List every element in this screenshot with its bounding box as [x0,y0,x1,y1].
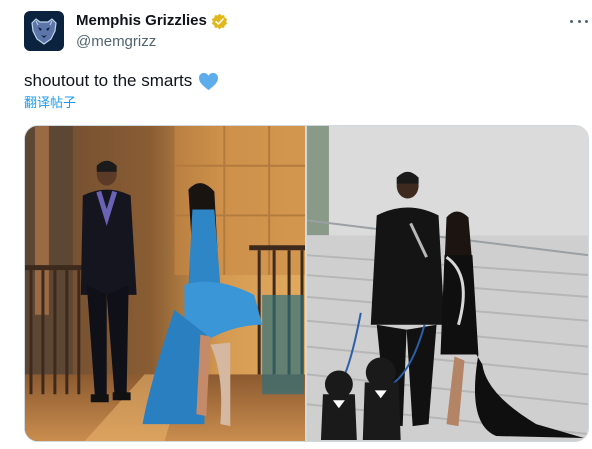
more-options-icon[interactable] [570,14,588,28]
tweet-card[interactable]: Memphis Grizzlies @memgrizz shoutout to … [0,0,592,449]
user-handle[interactable]: @memgrizz [76,33,156,51]
display-name[interactable]: Memphis Grizzlies [76,12,207,30]
avatar[interactable] [24,11,64,51]
tweet-text: shoutout to the smarts [24,70,219,92]
photo-stairs-dogs[interactable] [307,126,588,441]
media-grid [24,125,589,442]
verified-badge-icon [211,13,227,29]
photo-balcony[interactable] [25,126,305,441]
blue-heart-icon [199,72,219,90]
tweet-text-content: shoutout to the smarts [24,71,193,90]
grizzlies-bear-logo-icon [31,18,57,45]
translate-post-link[interactable]: 翻译帖子 [24,95,76,111]
